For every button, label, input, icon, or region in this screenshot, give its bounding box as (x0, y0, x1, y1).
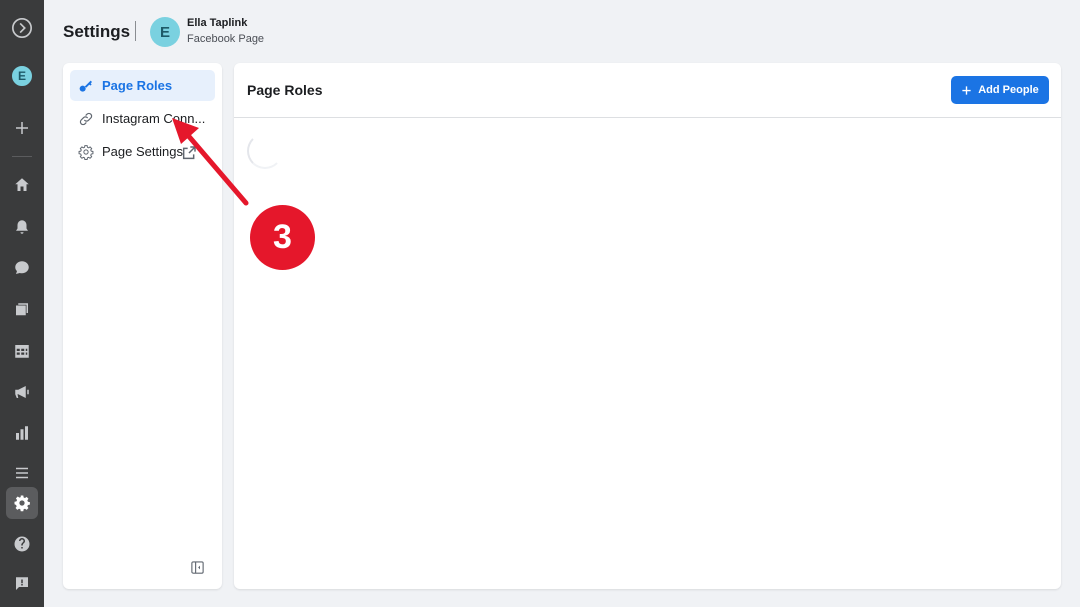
add-icon[interactable] (6, 112, 38, 144)
report-icon[interactable] (6, 568, 38, 600)
home-icon[interactable] (6, 169, 38, 201)
external-link-icon (182, 146, 196, 160)
gear-icon (78, 144, 94, 160)
link-icon (79, 112, 93, 125)
collapse-sidebar-icon[interactable] (190, 560, 205, 575)
sidebar-item-label: Page Settings (102, 144, 183, 159)
sidebar-item-page-settings[interactable]: Page Settings (70, 136, 215, 167)
sidebar-item-label: Page Roles (102, 78, 173, 93)
loading-spinner (247, 133, 283, 169)
menu-icon[interactable] (6, 457, 38, 489)
plus-icon (962, 85, 971, 95)
help-icon[interactable] (6, 528, 38, 560)
panel-title: Page Roles (247, 82, 323, 98)
step-badge: 3 (250, 205, 315, 270)
sidebar-item-instagram-connection[interactable]: Instagram Conn... (70, 103, 215, 134)
panel-divider (234, 117, 1061, 118)
rail-avatar[interactable]: E (10, 64, 34, 88)
sidebar-item-page-roles[interactable]: Page Roles (70, 70, 215, 101)
settings-icon[interactable] (6, 487, 38, 519)
add-people-button[interactable]: Add People (951, 76, 1049, 104)
pages-icon[interactable] (6, 294, 38, 326)
settings-sidebar: Page Roles Instagram Conn... Page Settin… (63, 63, 222, 589)
page-name: Ella Taplink (187, 17, 248, 29)
key-icon (79, 80, 92, 92)
chat-icon[interactable] (6, 252, 38, 284)
page-type: Facebook Page (187, 33, 265, 45)
page-avatar[interactable]: E (150, 17, 180, 47)
page-roles-panel: Page Roles Add People (234, 63, 1061, 589)
page-title: Settings (63, 22, 131, 41)
logo-icon[interactable] (6, 12, 38, 44)
megaphone-icon[interactable] (6, 376, 38, 408)
add-people-label: Add People (978, 84, 1039, 96)
insights-icon[interactable] (6, 417, 38, 449)
calendar-icon[interactable] (6, 335, 38, 367)
left-rail: E (0, 0, 44, 607)
header-divider (135, 21, 136, 41)
sidebar-item-label: Instagram Conn... (102, 111, 206, 126)
page-header: Settings E Ella Taplink Facebook Page (44, 0, 1080, 62)
bell-icon[interactable] (6, 211, 38, 243)
rail-divider (12, 156, 32, 157)
